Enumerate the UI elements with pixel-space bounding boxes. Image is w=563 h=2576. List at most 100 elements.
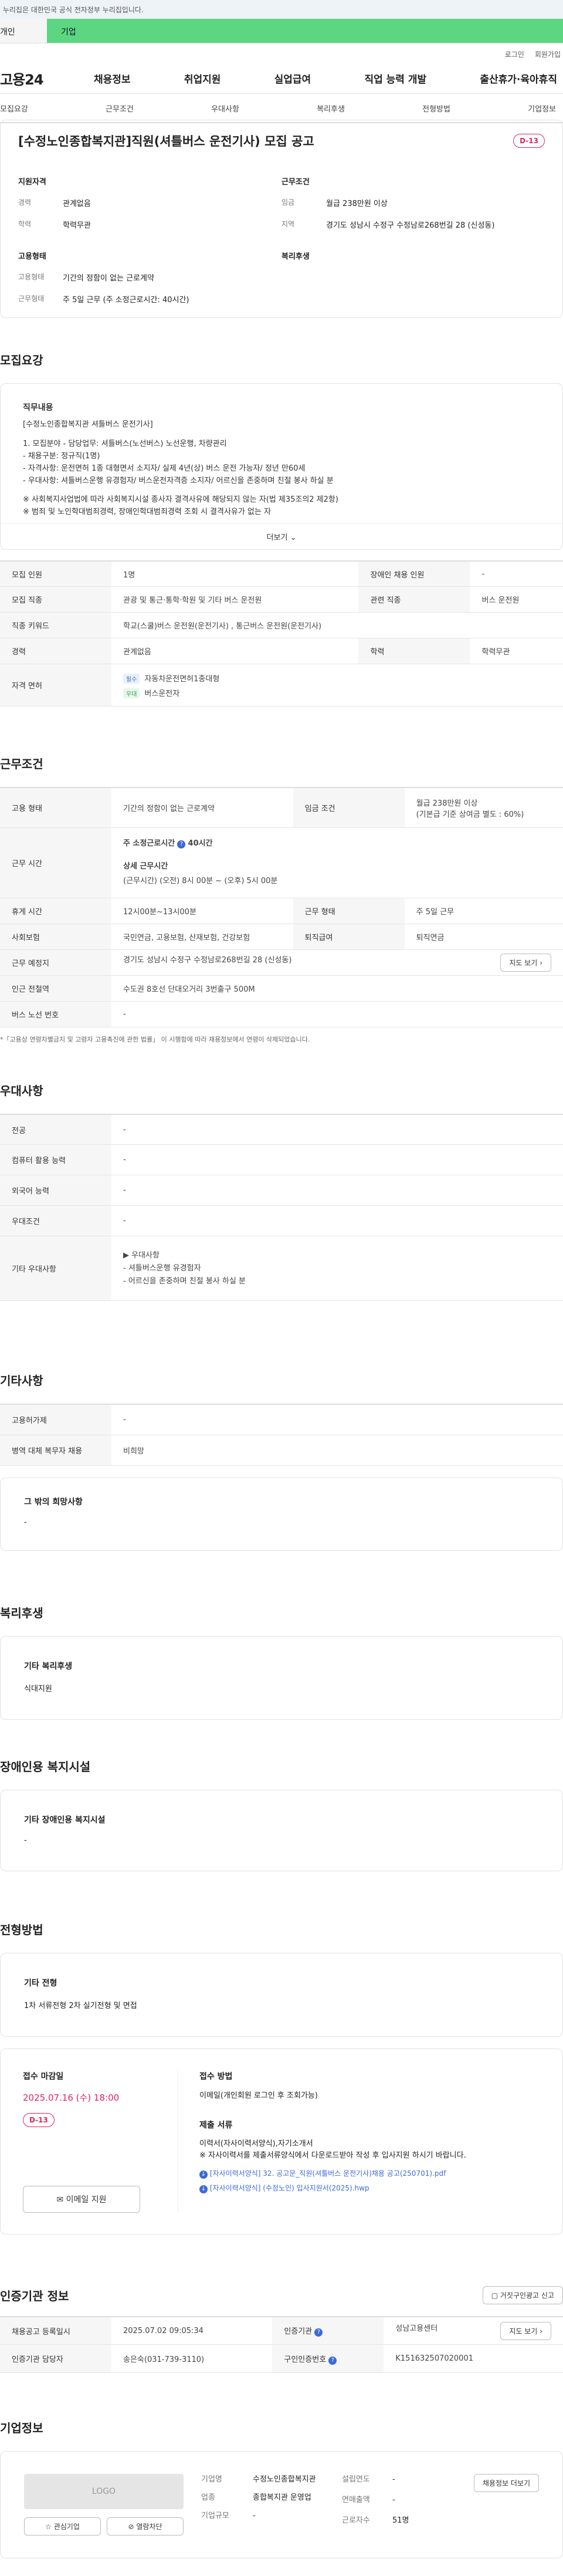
site-logo[interactable]: 고용24 (0, 68, 70, 89)
gnb-parental-leave[interactable]: 출산휴가·육아휴직 (480, 71, 557, 86)
cell-value: - (111, 1404, 563, 1435)
more-label: 더보기 (266, 533, 288, 542)
email-apply-label: 이메일 지원 (66, 2195, 107, 2205)
time-detail-value: (근무시간) (오전) 8시 00분 ~ (오후) 5시 00분 (123, 876, 278, 885)
summary-region-label: 지역 (282, 220, 295, 228)
block-company-button[interactable]: ⊘ 열람차단 (107, 2517, 184, 2536)
info-icon[interactable]: ? (177, 840, 186, 849)
prefer-line: - 어르신을 존중하며 친절 봉사 하실 분 (123, 1277, 246, 1286)
email-apply-button[interactable]: ✉ 이메일 지원 (23, 2185, 140, 2213)
cell-value: 관계없음 (111, 638, 359, 665)
tab-personal[interactable]: 개인 (0, 19, 47, 43)
dday-badge: D-13 (23, 2112, 55, 2127)
docs-note: ※ 자사이력서를 제출서류양식에서 다운로드받아 작성 후 입사지원 하시기 바… (199, 2151, 466, 2161)
cell-value: - (111, 1001, 563, 1027)
cell-label: 근무 형태 (293, 898, 405, 924)
gnb-job-info[interactable]: 채용정보 (94, 71, 131, 86)
job-content-line (23, 431, 540, 438)
required-badge: 필수 (123, 673, 140, 684)
summary-edu-value: 학력무관 (63, 221, 91, 230)
sales-label: 연매출액 (342, 2496, 370, 2505)
work-table: 고용 형태 기간의 정함이 없는 근로계약 임금 조건 월급 238만원 이상 (기본급… (0, 787, 563, 1027)
cell-value: 성남고용센터 지도 보기 › (384, 2316, 563, 2345)
tab-work-conditions[interactable]: 근무조건 (106, 103, 134, 114)
time-hours-value: 40시간 (188, 839, 213, 848)
info-icon[interactable]: ? (314, 2328, 323, 2337)
tab-preferences[interactable]: 우대사항 (211, 103, 239, 114)
age-footnote: *「고용상 연령차별금지 및 고령자 고용촉진에 관한 법률」 이 시행함에 따… (0, 1035, 310, 1043)
cell-value: 주 소정근로시간 ? 40시간 상세 근무시간 (근무시간) (오전) 8시 0… (111, 827, 563, 898)
cell-value: 월급 238만원 이상 (기본급 기준 상여금 별도 : 60%) (404, 787, 563, 828)
login-link[interactable]: 로그인 (505, 49, 524, 63)
table-row: 버스 노선 번호 - (0, 1001, 563, 1027)
industry-label: 업종 (201, 2493, 215, 2503)
cell-value: 학교(스쿨)버스 운전원(운전기사) , 통근버스 운전원(운전기사) (111, 612, 563, 639)
name-value: 수정노인종합복지관 (253, 2475, 316, 2484)
job-content-line: ※ 범죄 및 노인학대범죄경력, 장애인학대범죄경력 조회 시 결격사유가 없는… (23, 508, 271, 517)
org-label: 인증기관 (284, 2327, 313, 2337)
tab-recruit[interactable]: 모집요강 (0, 103, 28, 114)
gnb-unemployment-benefit[interactable]: 실업급여 (274, 71, 311, 86)
more-button[interactable]: 더보기 ⌄ (1, 523, 562, 542)
tab-selection[interactable]: 전형방법 (422, 103, 450, 114)
job-content-line: - 채용구분: 정규직(1명) (23, 451, 100, 461)
page-title: [수정노인종합복지관]직원(셔틀버스 운전기사) 모집 공고 (18, 134, 314, 148)
tab-welfare[interactable]: 복리후생 (317, 103, 345, 114)
summary-career-label: 경력 (18, 198, 32, 207)
welfare-card: 기타 복리후생 식대지원 (0, 1635, 563, 1720)
tab-company[interactable]: 기업정보 (528, 103, 556, 114)
employees-label: 근로자수 (342, 2516, 370, 2526)
tab-enterprise[interactable]: 기업 (47, 19, 563, 43)
cell-value: 비희망 (111, 1435, 563, 1466)
info-icon[interactable]: ? (328, 2356, 337, 2365)
cell-value: 수도권 8호선 단대오거리 3번출구 500M (111, 975, 563, 1002)
chevron-right-icon: › (540, 958, 542, 967)
cert-table: 채용공고 등록일시 2025.07.02 09:05:34 인증기관 ? 성남고용센터… (0, 2315, 563, 2374)
disab-card-value: - (24, 1835, 27, 1845)
map-button[interactable]: 지도 보기 › (500, 953, 551, 972)
cell-value: - (111, 1205, 563, 1237)
time-hours-label: 주 소정근로시간 (123, 839, 175, 848)
other-section-title: 기타사항 (0, 1374, 43, 1388)
year-label: 설립연도 (342, 2475, 370, 2484)
other-card-label: 그 밖의 희망사항 (24, 1497, 83, 1507)
cell-value: 경기도 성남시 수정구 수정남로268번길 28 (신성동) 지도 보기 › (111, 949, 563, 976)
star-icon: ☆ (45, 2523, 52, 2531)
name-label: 기업명 (201, 2475, 222, 2484)
util-bar: 로그인 회원가입 (0, 43, 563, 63)
table-row: 병역 대체 복무자 채용 비희망 (0, 1435, 563, 1466)
other-table: 고용허가제 - 병역 대체 복무자 채용 비희망 (0, 1404, 563, 1466)
file-link[interactable]: ↓ [자사이력서양식] (수정노인) 입사지원서(2025).hwp (199, 2183, 540, 2194)
map-button[interactable]: 지도 보기 › (500, 2321, 551, 2340)
cell-label: 휴게 시간 (0, 898, 111, 924)
favorite-company-button[interactable]: ☆ 관심기업 (24, 2517, 101, 2536)
cell-value: K151632507020001 (384, 2344, 563, 2374)
download-icon: ↓ (199, 2185, 208, 2194)
chevron-down-icon: ⌄ (290, 533, 297, 542)
cell-label: 관련 직종 (358, 586, 470, 613)
more-jobs-button[interactable]: 채용정보 더보기 (473, 2474, 539, 2493)
section-tabs: 모집요강 근무조건 우대사항 복리후생 전형방법 기업정보 (0, 94, 563, 123)
cell-value: 필수 자동차운전면허1종대형 우대 버스운전자 (111, 664, 563, 707)
signup-link[interactable]: 회원가입 (535, 49, 561, 63)
table-row: 인증기관 담당자 송은숙(031-739-3110) 구인인증번호 ? K151632… (0, 2344, 563, 2374)
cell-label: 기타 우대사항 (0, 1236, 111, 1301)
file-link[interactable]: ↓ [자사이력서양식] 32. 공고문_직원(셔틀버스 운전기사)채용 공고(2… (199, 2168, 540, 2179)
size-label: 기업규모 (201, 2511, 229, 2521)
cell-label: 모집 직종 (0, 586, 111, 613)
cell-value: ▶ 우대사항 - 셔틀버스운행 유경험자 - 어르신을 존중하며 친절 봉사 하… (111, 1236, 563, 1301)
gnb-employment-support[interactable]: 취업지원 (184, 71, 221, 86)
cell-label: 외국어 능력 (0, 1175, 111, 1206)
table-row: 컴퓨터 활용 능력 - (0, 1144, 563, 1176)
email-icon: ✉ (56, 2195, 64, 2205)
welfare-card-value: 식대지원 (24, 1684, 52, 1693)
recruit-table: 모집 인원 1명 장애인 채용 인원 - 모집 직종 관광 및 통근·통학·학원 및 기… (0, 560, 563, 707)
gnb-job-training[interactable]: 직업 능력 개발 (364, 71, 426, 86)
table-row: 경력 관계없음 학력 학력무관 (0, 638, 563, 665)
cell-label: 컴퓨터 활용 능력 (0, 1144, 111, 1176)
cell-label: 장애인 채용 인원 (358, 560, 470, 587)
report-button[interactable]: ▢ 거짓구인광고 신고 (482, 2286, 563, 2304)
job-content-line (23, 487, 540, 494)
cell-label: 자격 면허 (0, 664, 111, 707)
table-row: 채용공고 등록일시 2025.07.02 09:05:34 인증기관 ? 성남고용센터… (0, 2316, 563, 2345)
